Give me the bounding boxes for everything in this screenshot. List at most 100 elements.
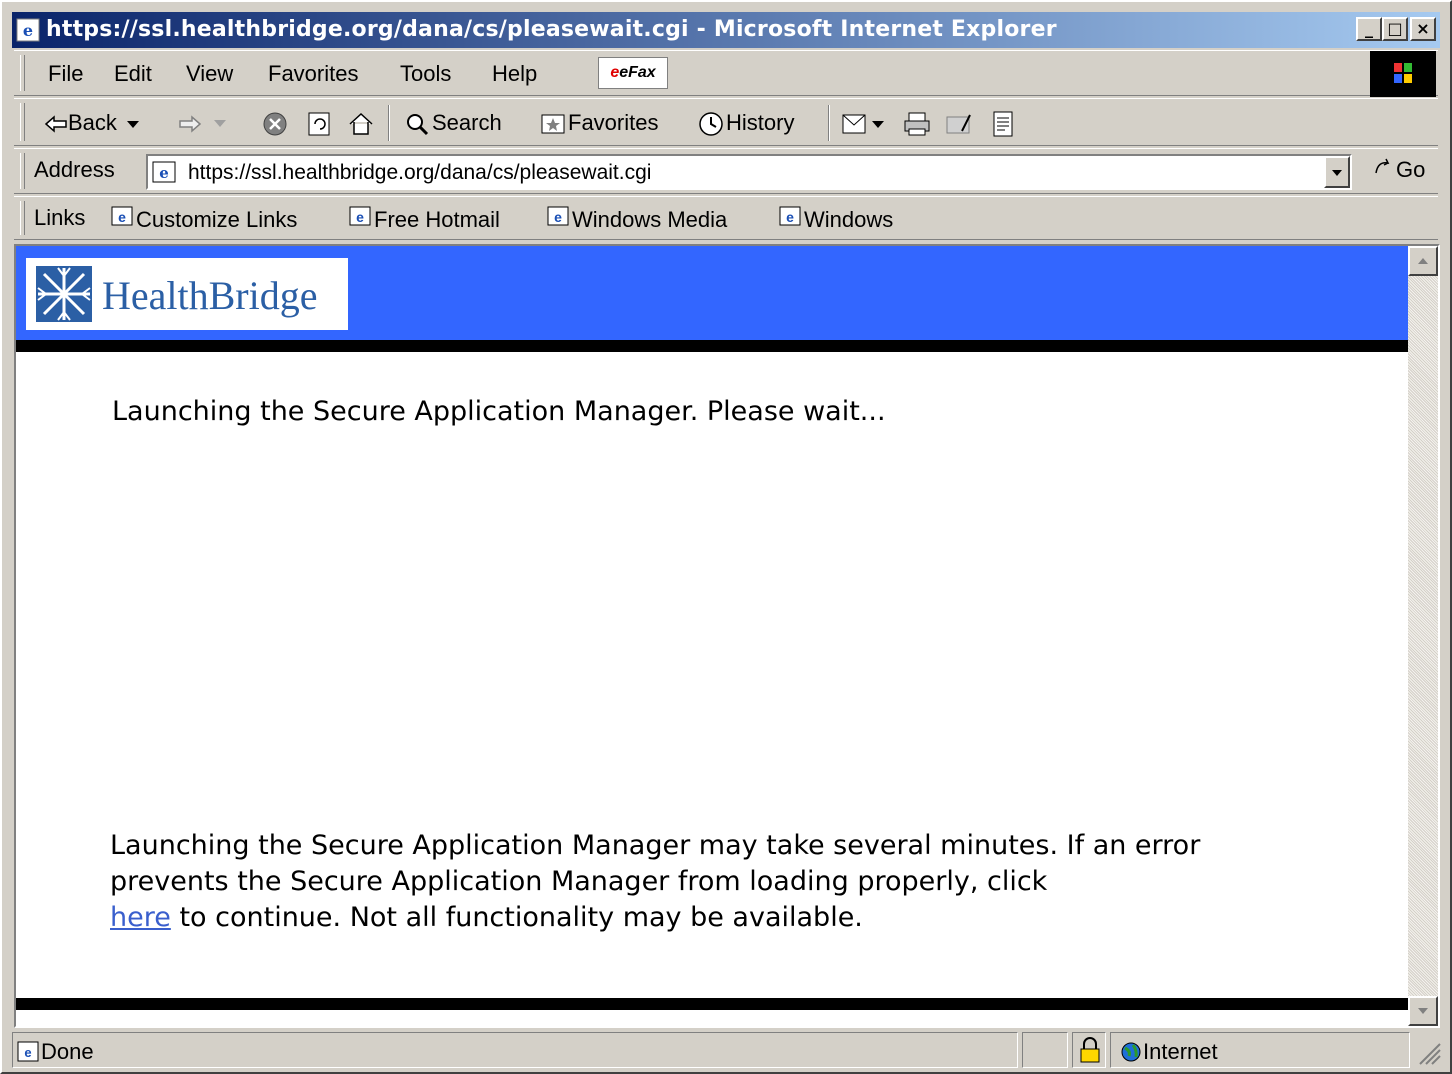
back-dropdown-icon[interactable] — [123, 116, 143, 132]
minimize-button[interactable]: _ — [1356, 17, 1382, 41]
menu-file[interactable]: File — [48, 61, 83, 87]
menu-help[interactable]: Help — [492, 61, 537, 87]
search-button[interactable]: Search — [402, 107, 502, 139]
link-free-hotmail[interactable]: e Free Hotmail — [348, 205, 500, 233]
status-bar: e Done Internet — [12, 1030, 1444, 1070]
address-input[interactable]: e https://ssl.healthbridge.org/dana/cs/p… — [146, 154, 1352, 190]
mail-icon — [842, 114, 884, 134]
print-icon — [904, 112, 930, 136]
search-icon — [407, 114, 429, 136]
edit-button[interactable] — [944, 107, 974, 139]
standard-toolbar: Back Search Favorites History — [14, 98, 1438, 146]
go-label: Go — [1396, 157, 1426, 182]
ie-link-icon: e — [547, 206, 569, 226]
ie-link-icon: e — [111, 206, 133, 226]
zone-indicator: Internet — [1119, 1039, 1218, 1065]
forward-button[interactable] — [178, 107, 234, 139]
header-rule — [16, 340, 1408, 352]
history-button[interactable]: History — [696, 107, 794, 139]
menu-edit[interactable]: Edit — [114, 61, 152, 87]
home-button[interactable] — [346, 107, 376, 139]
menu-view[interactable]: View — [186, 61, 233, 87]
forward-arrow-icon — [179, 115, 226, 133]
svg-text:e: e — [786, 209, 794, 225]
note-text-after: to continue. Not all functionality may b… — [179, 902, 863, 933]
go-button[interactable]: Go — [1372, 155, 1425, 183]
edit-icon — [946, 114, 971, 134]
link-label: Windows — [804, 207, 894, 232]
title-bar[interactable]: e https://ssl.healthbridge.org/dana/cs/p… — [12, 12, 1440, 48]
loading-message: Launching the Secure Application Manager… — [112, 396, 886, 427]
menu-favorites[interactable]: Favorites — [268, 61, 358, 87]
vertical-scrollbar[interactable] — [1408, 246, 1438, 1026]
continue-link[interactable]: here — [110, 902, 171, 933]
status-pane-secure[interactable] — [1072, 1032, 1106, 1068]
print-button[interactable] — [902, 107, 932, 139]
status-pane-empty — [1022, 1032, 1068, 1068]
link-windows-media[interactable]: e Windows Media — [546, 205, 727, 233]
address-url[interactable]: https://ssl.healthbridge.org/dana/cs/ple… — [188, 161, 651, 185]
browser-window: e https://ssl.healthbridge.org/dana/cs/p… — [0, 0, 1452, 1074]
lock-icon — [1080, 1037, 1100, 1063]
close-button[interactable]: × — [1410, 17, 1436, 41]
note-text: Launching the Secure Application Manager… — [110, 830, 1201, 897]
address-grip[interactable] — [20, 153, 25, 189]
zone-text: Internet — [1143, 1039, 1218, 1064]
maximize-button[interactable]: □ — [1382, 17, 1408, 41]
window-title: https://ssl.healthbridge.org/dana/cs/ple… — [46, 17, 1057, 42]
efax-label: eFax — [619, 64, 656, 81]
link-customize-links[interactable]: e Customize Links — [110, 205, 297, 233]
toolbar-grip[interactable] — [20, 103, 25, 141]
globe-icon — [1121, 1042, 1141, 1062]
favorites-icon — [541, 114, 565, 134]
menu-grip[interactable] — [20, 55, 25, 91]
scroll-down-button[interactable] — [1408, 996, 1438, 1026]
ie-icon: e — [16, 18, 40, 42]
search-label: Search — [432, 110, 502, 135]
resize-grip-icon[interactable] — [1416, 1040, 1442, 1068]
chevron-down-icon — [1332, 170, 1342, 176]
stop-button[interactable] — [260, 107, 290, 139]
address-bar: Address e https://ssl.healthbridge.org/d… — [14, 148, 1438, 194]
stop-icon — [263, 112, 287, 136]
discuss-button[interactable] — [988, 107, 1018, 139]
refresh-button[interactable] — [304, 107, 334, 139]
efax-button[interactable]: eeFax — [598, 57, 668, 89]
address-dropdown-button[interactable] — [1324, 156, 1350, 188]
chevron-down-icon — [1418, 1008, 1428, 1014]
status-pane-main: e Done — [12, 1032, 1018, 1068]
favorites-button[interactable]: Favorites — [538, 107, 658, 139]
home-icon — [349, 113, 373, 135]
menu-tools[interactable]: Tools — [400, 61, 451, 87]
favorites-label: Favorites — [568, 110, 659, 135]
logo-text: HealthBridge — [102, 273, 318, 318]
ie-link-icon: e — [779, 206, 801, 226]
svg-text:e: e — [24, 1045, 31, 1060]
page-icon: e — [152, 161, 176, 188]
svg-text:e: e — [356, 209, 364, 225]
status-text: Done — [41, 1039, 94, 1064]
links-grip[interactable] — [20, 201, 25, 235]
mail-button[interactable] — [840, 107, 894, 139]
toolbar-separator — [388, 105, 390, 141]
address-label: Address — [34, 157, 115, 182]
loading-note: Launching the Secure Application Manager… — [110, 828, 1310, 936]
footer-rule — [16, 998, 1408, 1010]
toolbar-separator — [828, 105, 830, 141]
page-viewport: HealthBridge Launching the Secure Applic… — [14, 244, 1440, 1028]
link-label: Windows Media — [572, 207, 728, 232]
svg-text:e: e — [159, 164, 169, 182]
back-arrow-icon — [44, 115, 67, 133]
link-label: Free Hotmail — [374, 207, 500, 232]
back-button[interactable]: Back — [44, 107, 143, 139]
svg-text:e: e — [118, 209, 126, 225]
status-pane-zone[interactable]: Internet — [1110, 1032, 1410, 1068]
links-bar: Links e Customize Links e Free Hotmail e Wi… — [14, 196, 1438, 240]
star-logo-icon — [36, 266, 92, 322]
ie-link-icon: e — [349, 206, 371, 226]
scroll-up-button[interactable] — [1408, 246, 1438, 276]
chevron-up-icon — [1418, 258, 1428, 264]
efax-icon: e — [610, 64, 620, 81]
history-label: History — [726, 110, 795, 135]
link-windows[interactable]: e Windows — [778, 205, 893, 233]
